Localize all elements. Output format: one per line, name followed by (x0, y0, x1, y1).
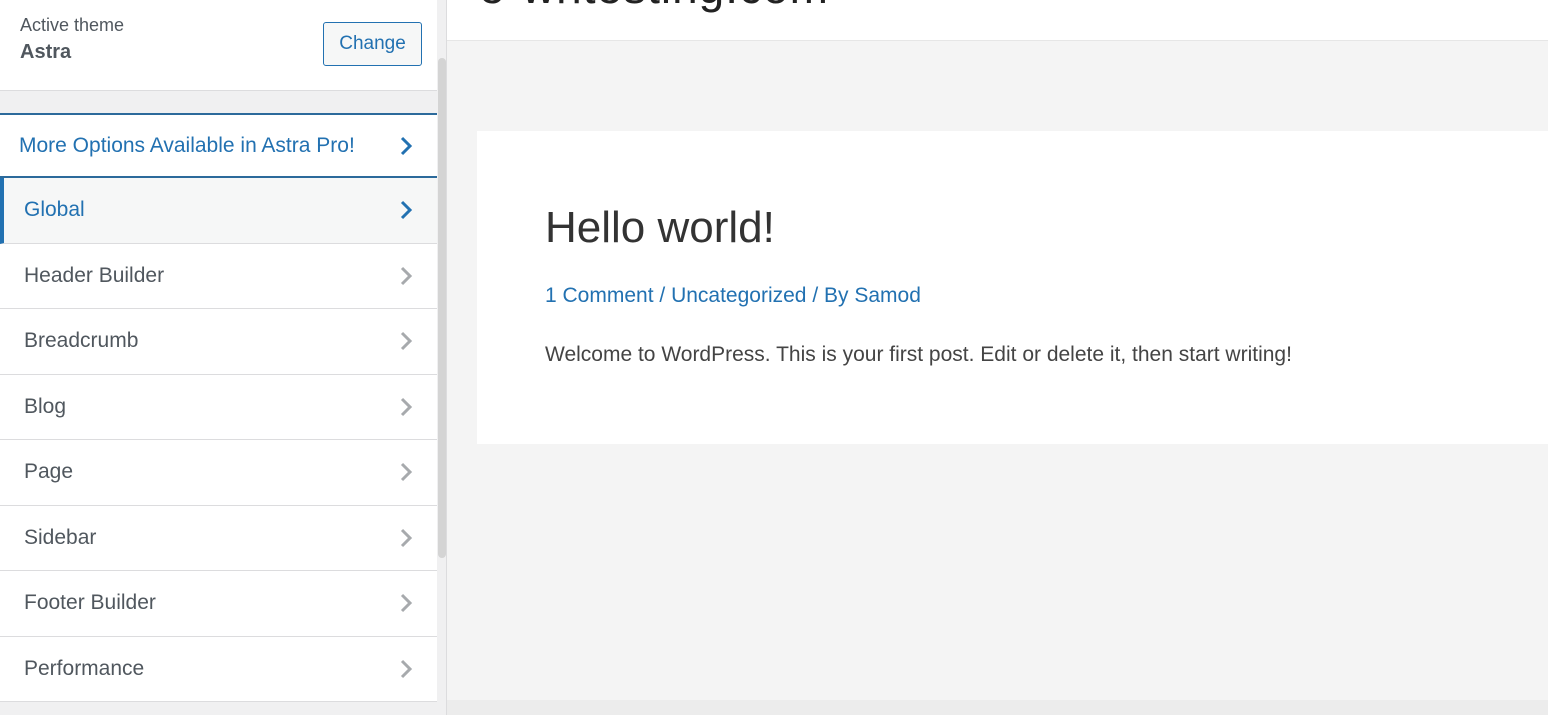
chevron-right-icon (397, 330, 415, 352)
chevron-right-icon (397, 527, 415, 549)
meta-separator: / (653, 284, 672, 307)
customizer-sections: More Options Available in Astra Pro! Glo… (0, 113, 437, 702)
section-global[interactable]: Global (0, 178, 437, 244)
section-page[interactable]: Page (0, 440, 437, 506)
chevron-right-icon (397, 592, 415, 614)
chevron-right-icon (397, 396, 415, 418)
chevron-right-icon (397, 265, 415, 287)
post-title[interactable]: Hello world! (545, 203, 775, 253)
chevron-right-icon (397, 658, 415, 680)
customizer-sidebar: Active theme Astra Change More Options A… (0, 0, 447, 715)
section-label: Blog (24, 394, 67, 418)
sidebar-scrollbar[interactable] (437, 0, 446, 715)
section-header-builder[interactable]: Header Builder (0, 243, 437, 309)
section-label: Performance (24, 656, 145, 680)
active-theme-label: Active theme (20, 15, 125, 35)
site-preview: e-whtesting.com Hello world! 1 Comment /… (447, 0, 1548, 715)
site-title[interactable]: e-whtesting.com (479, 0, 829, 14)
active-theme-name: Astra (20, 41, 72, 63)
chevron-right-icon (397, 461, 415, 483)
section-label: Global (24, 198, 85, 222)
astra-pro-upsell-item[interactable]: More Options Available in Astra Pro! (0, 113, 437, 178)
section-footer-builder[interactable]: Footer Builder (0, 571, 437, 637)
comments-link[interactable]: 1 Comment (545, 284, 654, 307)
chevron-right-icon (397, 135, 415, 157)
preview-footer-strip (447, 700, 1548, 715)
section-label: Breadcrumb (24, 329, 139, 353)
astra-pro-upsell-label: More Options Available in Astra Pro! (19, 133, 355, 157)
active-theme-panel: Active theme Astra Change (0, 0, 437, 91)
site-header: e-whtesting.com (447, 0, 1548, 41)
change-theme-button[interactable]: Change (323, 22, 422, 66)
author-link[interactable]: Samod (854, 284, 921, 307)
section-label: Page (24, 460, 74, 484)
section-sidebar[interactable]: Sidebar (0, 505, 437, 571)
scrollbar-thumb[interactable] (438, 58, 446, 558)
section-label: Header Builder (24, 263, 165, 287)
post-meta: 1 Comment / Uncategorized / By Samod (545, 284, 921, 308)
meta-separator: / By (806, 284, 855, 307)
section-label: Sidebar (24, 525, 97, 549)
section-label: Footer Builder (24, 591, 156, 615)
post-excerpt: Welcome to WordPress. This is your first… (545, 343, 1292, 366)
section-breadcrumb[interactable]: Breadcrumb (0, 309, 437, 375)
category-link[interactable]: Uncategorized (671, 284, 806, 307)
section-blog[interactable]: Blog (0, 374, 437, 440)
post-article: Hello world! 1 Comment / Uncategorized /… (477, 131, 1548, 444)
section-performance[interactable]: Performance (0, 636, 437, 702)
chevron-right-icon (397, 199, 415, 221)
